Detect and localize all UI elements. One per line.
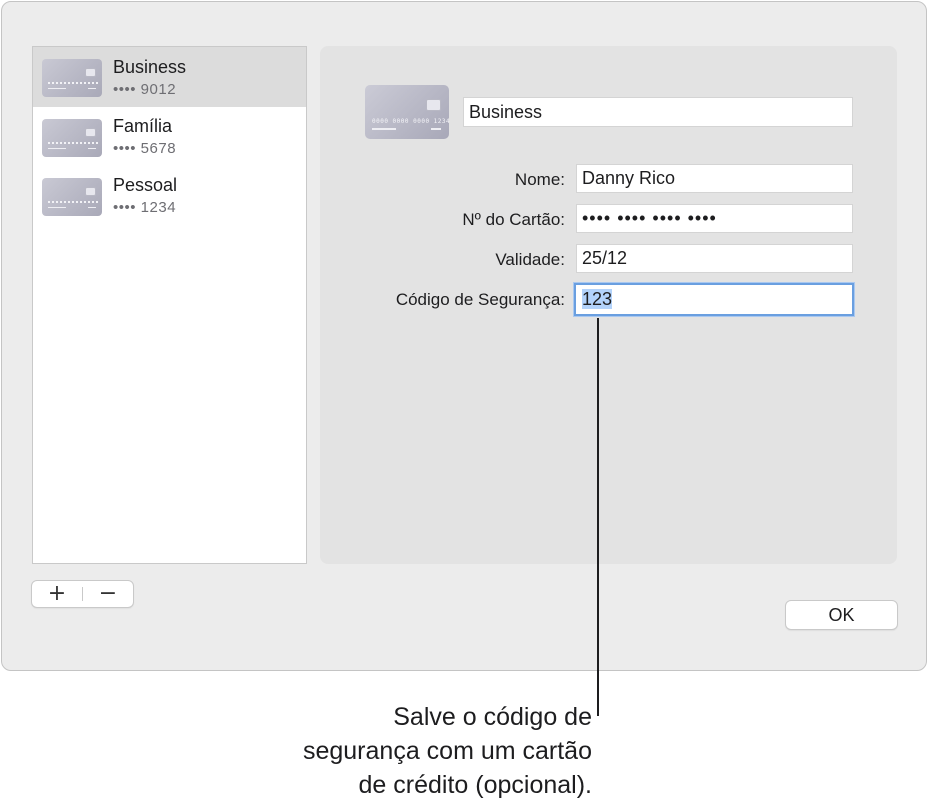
- credit-card-icon: [42, 119, 102, 157]
- credit-card-icon: 0000 0000 0000 1234: [365, 85, 451, 139]
- card-item-name: Família: [113, 116, 173, 136]
- ok-button[interactable]: OK: [785, 600, 898, 630]
- security-code-field[interactable]: 123: [574, 283, 854, 316]
- card-item-digits: •••• 5678: [113, 140, 177, 157]
- security-code-label: Código de Segurança:: [395, 290, 565, 309]
- credit-card-icon: [42, 178, 102, 216]
- callout-text: Salve o código de segurança com um cartã…: [303, 700, 592, 802]
- card-thumb-number: 0000 0000 0000 1234: [372, 118, 451, 125]
- name-label: Nome:: [514, 170, 565, 189]
- card-item-digits: •••• 1234: [113, 199, 177, 216]
- name-field[interactable]: Danny Rico: [576, 164, 853, 193]
- card-description-field[interactable]: Business: [463, 97, 853, 127]
- card-item-digits: •••• 9012: [113, 81, 177, 98]
- credit-card-icon: [42, 59, 102, 97]
- callout-line-1: Salve o código de: [393, 703, 592, 731]
- security-code-value: 123: [582, 289, 613, 309]
- callout-line-2: segurança com um cartão: [302, 737, 592, 765]
- add-remove-control: + −: [31, 580, 134, 608]
- expiration-label: Validade:: [495, 250, 565, 269]
- callout-line-3: de crédito (opcional).: [358, 771, 592, 799]
- callout-line: [597, 318, 599, 716]
- card-item-name: Business: [113, 57, 187, 77]
- card-number-field[interactable]: •••• •••• •••• ••••: [576, 204, 853, 233]
- card-list[interactable]: Business •••• 9012 Família •••• 5678 Pes…: [32, 46, 307, 564]
- card-item-name: Pessoal: [113, 175, 178, 195]
- add-card-button[interactable]: +: [32, 581, 82, 607]
- card-number-label: Nº do Cartão:: [462, 210, 565, 229]
- card-list-item-pessoal[interactable]: Pessoal •••• 1234: [33, 167, 306, 227]
- expiration-field[interactable]: 25/12: [576, 244, 853, 273]
- remove-card-button[interactable]: −: [83, 581, 133, 607]
- card-list-item-business[interactable]: Business •••• 9012: [33, 47, 306, 107]
- card-list-item-familia[interactable]: Família •••• 5678: [33, 107, 306, 167]
